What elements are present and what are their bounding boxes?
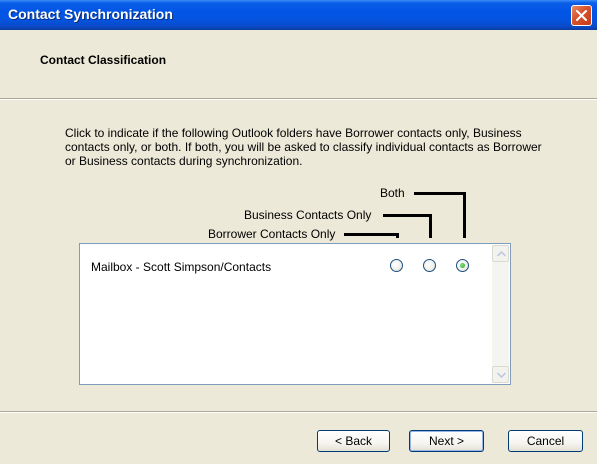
radio-borrower-only[interactable] [390, 259, 403, 272]
connector-line [383, 214, 432, 217]
close-icon [576, 10, 587, 21]
column-label-borrower: Borrower Contacts Only [208, 227, 336, 241]
title-bar: Contact Synchronization [0, 0, 597, 30]
footer-divider [0, 411, 597, 413]
scroll-down-button[interactable] [492, 366, 509, 383]
column-label-both: Both [380, 186, 405, 200]
vertical-scrollbar[interactable] [492, 245, 509, 383]
column-label-business: Business Contacts Only [244, 208, 372, 222]
radio-selected-dot [460, 263, 465, 268]
close-button[interactable] [571, 5, 592, 26]
scroll-up-button[interactable] [492, 245, 509, 262]
wizard-header: Contact Classification [0, 30, 597, 98]
connector-line [396, 233, 399, 238]
page-title: Contact Classification [40, 53, 167, 67]
header-divider [0, 98, 597, 100]
back-button[interactable]: < Back [317, 430, 390, 452]
instructions-text: Click to indicate if the following Outlo… [65, 126, 542, 168]
folder-list[interactable]: Mailbox - Scott Simpson/Contacts [79, 243, 511, 385]
radio-both[interactable] [456, 259, 469, 272]
dialog-window: Contact Synchronization Contact Classifi… [0, 0, 597, 464]
window-title: Contact Synchronization [8, 6, 173, 22]
arrow-up-icon [497, 251, 506, 257]
connector-line [414, 192, 466, 195]
radio-business-only[interactable] [423, 259, 436, 272]
folder-name: Mailbox - Scott Simpson/Contacts [91, 260, 272, 274]
cancel-button[interactable]: Cancel [508, 430, 583, 452]
next-button[interactable]: Next > [409, 430, 484, 452]
connector-line [429, 214, 432, 238]
arrow-down-icon [497, 372, 506, 378]
connector-line [344, 233, 399, 236]
connector-line [463, 192, 466, 238]
